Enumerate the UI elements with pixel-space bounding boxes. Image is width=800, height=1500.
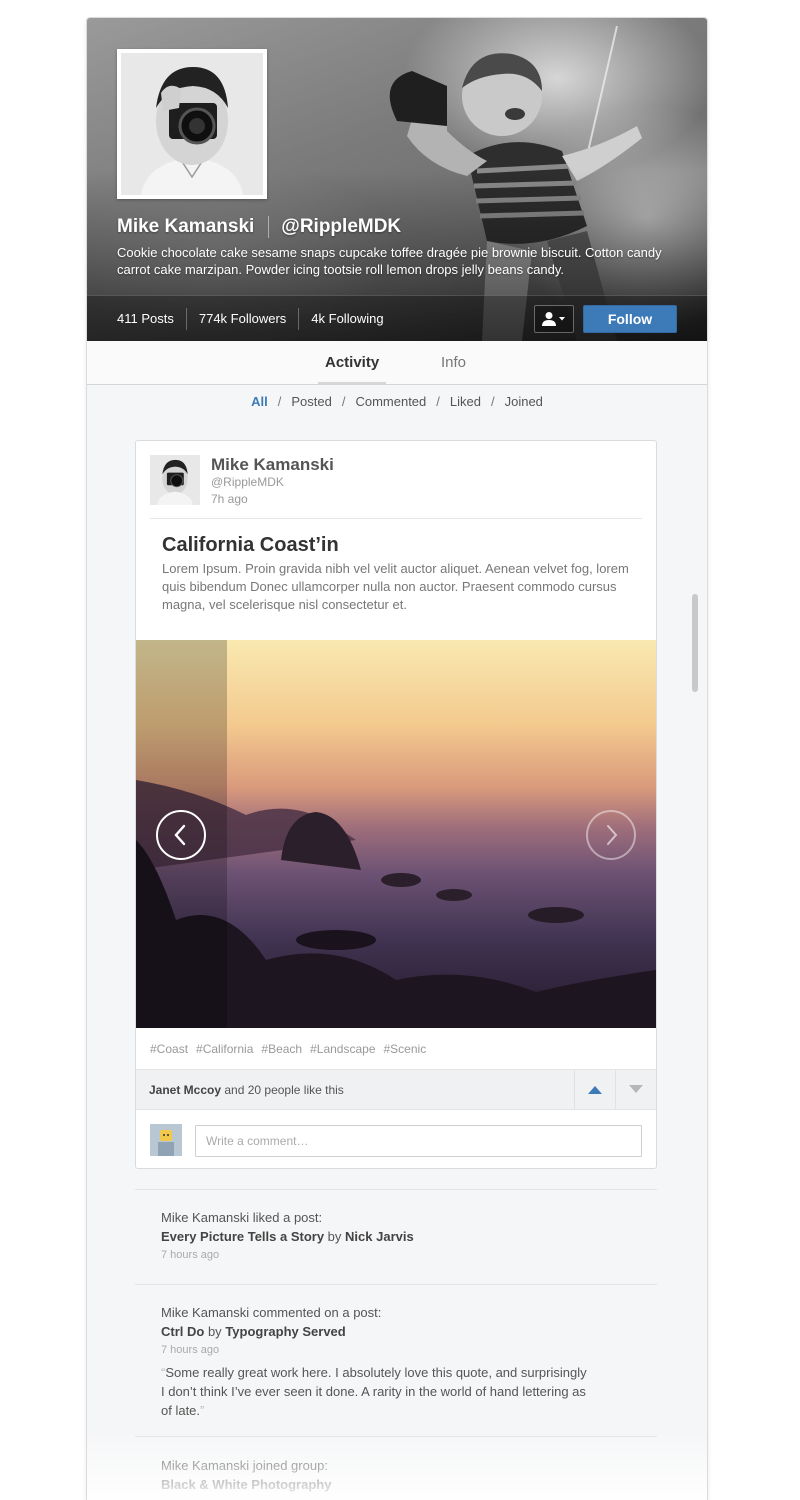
liker-name[interactable]: Janet Mccoy: [149, 1083, 221, 1097]
likes-bar: Janet Mccoy and 20 people like this: [136, 1069, 656, 1110]
filter-joined[interactable]: Joined: [505, 394, 543, 409]
tag-link[interactable]: #Scenic: [384, 1042, 427, 1056]
activity-post-link[interactable]: Ctrl Do: [161, 1324, 204, 1339]
activity-target: Ctrl Do by Typography Served: [161, 1324, 346, 1339]
user-menu-button[interactable]: [534, 305, 574, 333]
stat-posts[interactable]: 411 Posts: [117, 308, 186, 330]
tag-link[interactable]: #Beach: [261, 1042, 302, 1056]
post-tags: #Coast #California #Beach #Landscape #Sc…: [150, 1042, 426, 1056]
feed-divider: [135, 1189, 657, 1190]
profile-cover: Mike Kamanski @RippleMDK Cookie chocolat…: [87, 18, 707, 341]
profile-stats: 411 Posts 774k Followers 4k Following: [117, 296, 396, 341]
follow-button[interactable]: Follow: [583, 305, 677, 333]
activity-group-link[interactable]: Black & White Photography: [161, 1477, 331, 1492]
triangle-up-icon: [588, 1086, 602, 1094]
user-icon: [542, 312, 565, 326]
post-divider: [150, 518, 642, 519]
triangle-down-icon: [629, 1085, 643, 1093]
activity-time: 7 hours ago: [161, 1344, 220, 1356]
activity-time: 7 hours ago: [161, 1249, 220, 1261]
tag-link[interactable]: #Landscape: [310, 1042, 375, 1056]
feed-divider: [135, 1284, 657, 1285]
activity-action: Mike Kamanski joined group:: [161, 1458, 328, 1473]
profile-window: Mike Kamanski @RippleMDK Cookie chocolat…: [87, 18, 707, 1500]
activity-post-link[interactable]: Every Picture Tells a Story: [161, 1229, 324, 1244]
post-photo[interactable]: [136, 640, 656, 1028]
filter-posted[interactable]: Posted: [291, 394, 331, 409]
tag-link[interactable]: #Coast: [150, 1042, 188, 1056]
photo-prev-button[interactable]: [156, 810, 206, 860]
activity-action: Mike Kamanski liked a post:: [161, 1210, 323, 1225]
activity-comment-quote: “Some really great work here. I absolute…: [161, 1365, 587, 1418]
filter-commented[interactable]: Commented: [355, 394, 426, 409]
stats-bar: 411 Posts 774k Followers 4k Following Fo…: [87, 295, 707, 341]
stat-following[interactable]: 4k Following: [298, 308, 395, 330]
profile-handle[interactable]: @RippleMDK: [281, 216, 401, 238]
activity-item: Mike Kamanski liked a post: Every Pictur…: [161, 1208, 591, 1265]
activity-filters: All / Posted / Commented / Liked / Joined: [251, 394, 543, 409]
scrollbar-thumb[interactable]: [692, 594, 698, 692]
activity-author-link[interactable]: Typography Served: [225, 1324, 345, 1339]
profile-name: Mike Kamanski: [117, 216, 255, 237]
feed-divider: [135, 1436, 657, 1437]
post-body: Lorem Ipsum. Proin gravida nibh vel veli…: [162, 561, 629, 612]
post-author-name[interactable]: Mike Kamanski: [211, 455, 334, 475]
chevron-down-icon: [559, 317, 565, 321]
profile-tabs: Activity Info: [87, 341, 707, 385]
comment-input[interactable]: [195, 1125, 642, 1157]
active-tab-indicator: [318, 382, 386, 385]
downvote-button[interactable]: [615, 1070, 656, 1109]
tab-activity[interactable]: Activity: [325, 341, 379, 385]
upvote-button[interactable]: [574, 1070, 615, 1109]
activity-target: Every Picture Tells a Story by Nick Jarv…: [161, 1229, 414, 1244]
chevron-left-icon: [174, 824, 186, 846]
profile-bio: Cookie chocolate cake sesame snaps cupca…: [117, 245, 662, 277]
post-timestamp: 7h ago: [211, 492, 248, 506]
chevron-right-icon: [607, 825, 618, 845]
tag-link[interactable]: #California: [196, 1042, 253, 1056]
activity-action: Mike Kamanski commented on a post:: [161, 1305, 382, 1320]
post-author-handle[interactable]: @RippleMDK: [211, 475, 284, 489]
photo-next-button[interactable]: [586, 810, 636, 860]
post-title[interactable]: California Coast’in: [162, 534, 339, 557]
filter-all[interactable]: All: [251, 394, 268, 409]
activity-author-link[interactable]: Nick Jarvis: [345, 1229, 414, 1244]
likes-summary: Janet Mccoy and 20 people like this: [149, 1083, 344, 1097]
current-user-avatar: [150, 1124, 182, 1156]
activity-item: Mike Kamanski commented on a post: Ctrl …: [161, 1303, 591, 1420]
tab-info[interactable]: Info: [441, 341, 466, 385]
stat-followers[interactable]: 774k Followers: [185, 308, 298, 330]
activity-target: Black & White Photography: [161, 1475, 591, 1494]
name-divider: [268, 216, 270, 238]
post-author-avatar[interactable]: [150, 455, 200, 505]
profile-avatar[interactable]: [117, 49, 267, 199]
post-card: Mike Kamanski @RippleMDK 7h ago Californ…: [135, 440, 657, 1169]
profile-name-row: Mike Kamanski @RippleMDK: [117, 216, 401, 238]
activity-item: Mike Kamanski joined group: Black & Whit…: [161, 1456, 591, 1494]
avatar-photo: [121, 53, 263, 195]
filter-liked[interactable]: Liked: [450, 394, 481, 409]
